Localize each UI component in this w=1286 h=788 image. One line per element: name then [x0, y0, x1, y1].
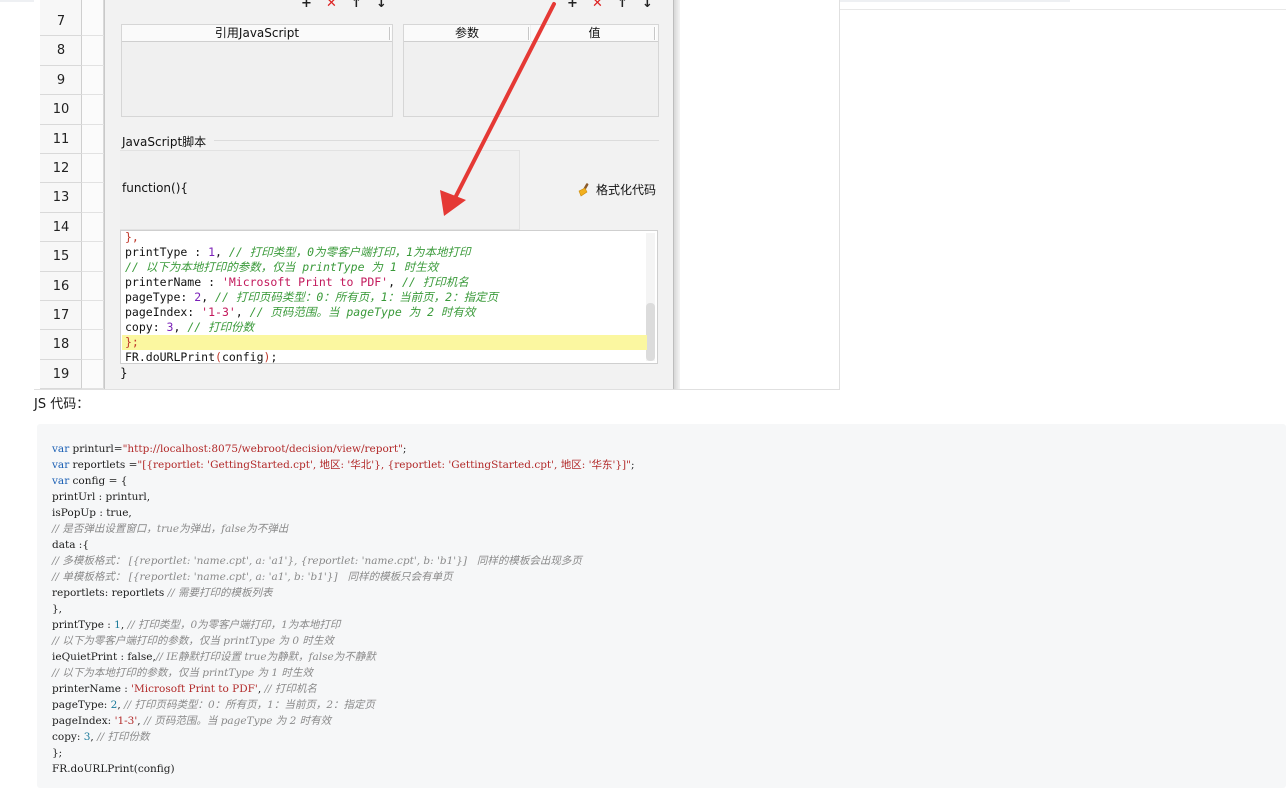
- code-line: isPopUp : true,: [52, 505, 132, 521]
- code-token: printType :: [52, 619, 115, 631]
- code-line: // 以下为本地打印的参数，仅当 printType 为 1 时生效: [52, 665, 313, 681]
- code-token: // 打印机名: [264, 683, 317, 695]
- code-line: var reportlets ="[{reportlet: 'GettingSt…: [52, 457, 635, 473]
- code-token: printUrl : printurl,: [52, 491, 151, 503]
- code-token: ,: [137, 715, 144, 727]
- arrow-shaft: [452, 2, 556, 202]
- code-token: ,: [120, 619, 128, 631]
- code-token: pageType:: [52, 699, 111, 711]
- code-token: ;: [402, 443, 407, 455]
- code-token: ,: [257, 683, 265, 695]
- code-token: isPopUp : true,: [52, 507, 132, 519]
- code-token: // 页码范围。当 pageType 为 2 时有效: [143, 715, 332, 727]
- code-line: reportlets: reportlets // 需要打印的模板列表: [52, 585, 273, 601]
- code-token: printurl=: [69, 443, 123, 455]
- code-token: // 以下为零客户端打印的参数，仅当 printType 为 0 时生效: [52, 635, 334, 647]
- code-token: data :{: [52, 539, 90, 551]
- code-line: // 单模板格式： [{reportlet: 'name.cpt', a: 'a…: [52, 569, 453, 585]
- code-line: // 以下为零客户端打印的参数，仅当 printType 为 0 时生效: [52, 633, 334, 649]
- code-line: printUrl : printurl,: [52, 489, 150, 505]
- code-line: pageIndex: '1-3', // 页码范围。当 pageType 为 2…: [52, 713, 331, 729]
- code-block[interactable]: var printurl="http://localhost:8075/webr…: [37, 424, 1286, 788]
- code-line: data :{: [52, 537, 89, 553]
- code-token: config = {: [69, 475, 128, 487]
- code-line: };: [52, 745, 62, 761]
- code-token: reportlets: reportlets: [52, 587, 168, 599]
- code-token: };: [52, 747, 63, 759]
- code-line: printType : 1, // 打印类型，0为零客户端打印，1为本地打印: [52, 617, 340, 633]
- code-line: printerName : 'Microsoft Print to PDF', …: [52, 681, 317, 697]
- annotation-arrow: [440, 2, 556, 216]
- code-token: '1-3': [114, 715, 138, 727]
- code-token: 1: [114, 619, 121, 631]
- code-token: // 以下为本地打印的参数，仅当 printType 为 1 时生效: [52, 667, 313, 679]
- page-divider: [840, 9, 1286, 10]
- code-token: copy:: [52, 731, 84, 743]
- arrow-head: [440, 190, 466, 216]
- code-token: ;: [630, 459, 635, 471]
- code-token: // 打印份数: [97, 731, 150, 743]
- code-token: ieQuietPrint : false,: [52, 651, 156, 663]
- code-token: FR.doURLPrint(config): [52, 763, 175, 775]
- code-token: "http://localhost:8075/webroot/decision/…: [122, 443, 403, 455]
- code-line: // 是否弹出设置窗口，true为弹出，false为不弹出: [52, 521, 288, 537]
- code-token: var: [52, 459, 70, 471]
- code-token: // 打印页码类型：0：所有页，1：当前页，2：指定页: [124, 699, 376, 711]
- code-token: },: [52, 603, 63, 615]
- code-token: // 单模板格式： [{reportlet: 'name.cpt', a: 'a…: [52, 571, 453, 583]
- code-token: 'Microsoft Print to PDF': [131, 683, 258, 695]
- embedded-screenshot: 7 8 9 10 11 12 13 14 15 16 17 18 19 + ✕ ↑ ↓ + ✕ ↑ ↓ 引用Java…: [34, 0, 840, 390]
- code-token: // 需要打印的模板列表: [167, 587, 273, 599]
- code-token: "[{reportlet: 'GettingStarted.cpt', 地区: …: [137, 459, 631, 471]
- code-line: copy: 3, // 打印份数: [52, 729, 150, 745]
- code-token: // IE静默打印设置 true为静默，false为不静默: [155, 651, 376, 663]
- code-line: ieQuietPrint : false,// IE静默打印设置 true为静默…: [52, 649, 376, 665]
- code-token: var: [52, 443, 70, 455]
- code-line: pageType: 2, // 打印页码类型：0：所有页，1：当前页，2：指定页: [52, 697, 375, 713]
- code-line: },: [52, 601, 62, 617]
- code-caption: JS 代码：: [34, 397, 90, 412]
- code-token: reportlets =: [69, 459, 138, 471]
- code-token: pageIndex:: [52, 715, 115, 727]
- code-line: FR.doURLPrint(config): [52, 761, 175, 777]
- code-token: printerName :: [52, 683, 132, 695]
- code-line: var printurl="http://localhost:8075/webr…: [52, 441, 406, 457]
- code-line: // 多模板格式： [{reportlet: 'name.cpt', a: 'a…: [52, 553, 582, 569]
- code-token: // 多模板格式： [{reportlet: 'name.cpt', a: 'a…: [52, 555, 582, 567]
- code-token: var: [52, 475, 70, 487]
- code-token: // 是否弹出设置窗口，true为弹出，false为不弹出: [52, 523, 289, 535]
- code-token: // 打印类型，0为零客户端打印，1为本地打印: [127, 619, 341, 631]
- code-line: var config = {: [52, 473, 127, 489]
